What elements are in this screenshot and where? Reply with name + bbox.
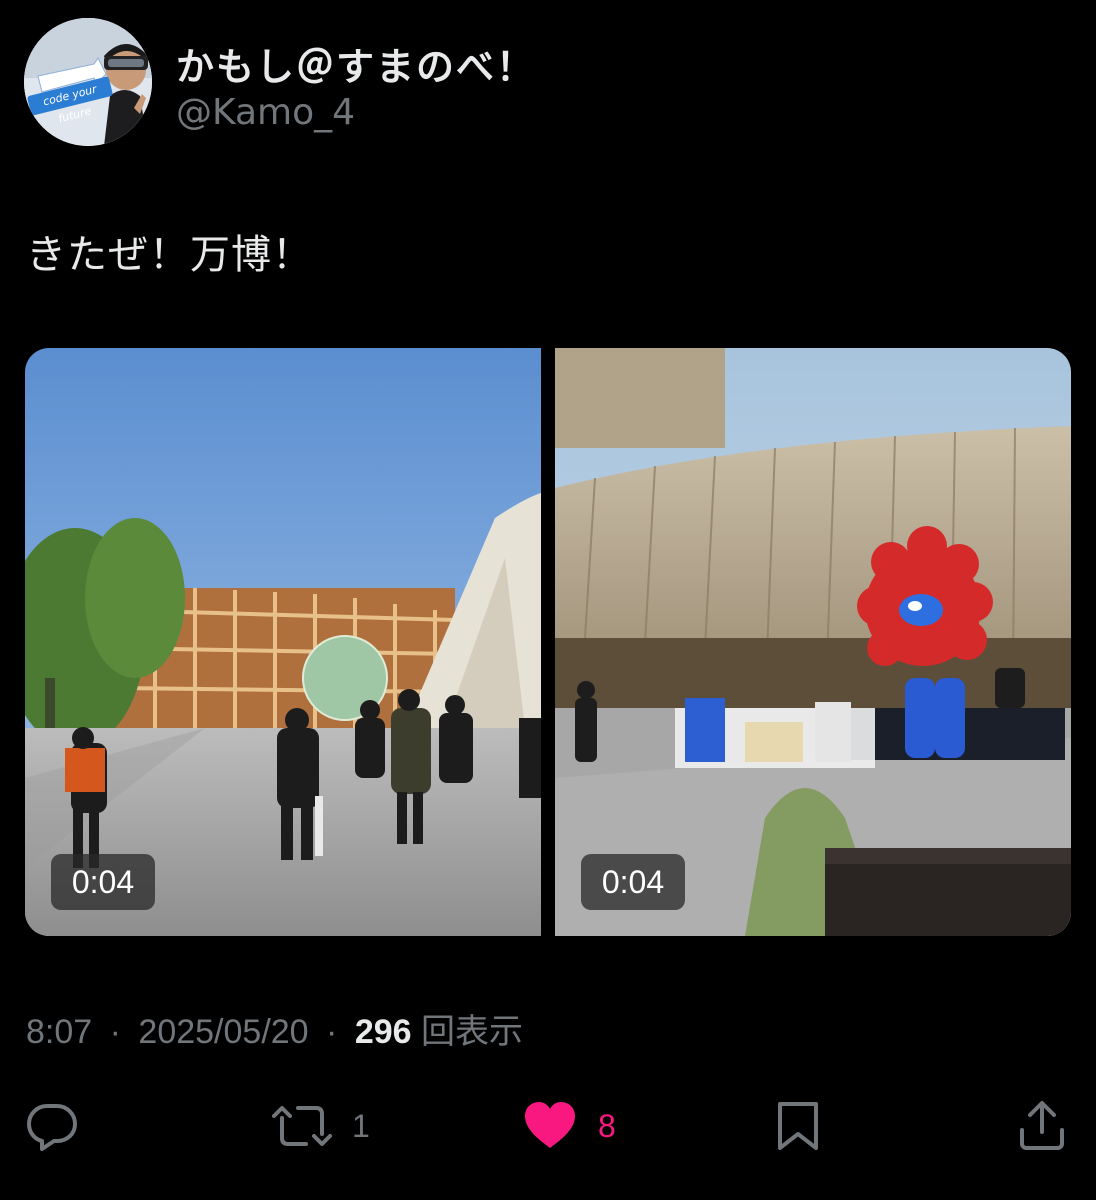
- video-1-scene: [25, 348, 541, 936]
- video-duration-2: 0:04: [581, 854, 685, 910]
- video-2-scene: [555, 348, 1071, 936]
- action-bar: 1 8: [0, 1094, 1096, 1158]
- views-label: 回表示: [421, 1013, 524, 1051]
- reply-button[interactable]: [24, 1094, 80, 1158]
- tweet-header: code your future かもし＠すまのべ！ @Kamo_4: [24, 18, 1072, 150]
- meta-separator-1: ·: [109, 1013, 121, 1051]
- bookmark-button[interactable]: [774, 1094, 822, 1158]
- like-count: 8: [598, 1107, 616, 1144]
- display-name[interactable]: かもし＠すまのべ！: [176, 36, 536, 91]
- reply-icon: [27, 1104, 77, 1151]
- views-count[interactable]: 296: [355, 1013, 412, 1051]
- avatar[interactable]: code your future: [24, 18, 152, 146]
- retweet-count: 1: [352, 1107, 370, 1144]
- retweet-icon: [272, 1106, 332, 1146]
- video-thumbnail-1[interactable]: 0:04: [25, 348, 541, 936]
- retweet-button[interactable]: 1: [272, 1094, 370, 1158]
- bookmark-icon: [778, 1102, 818, 1150]
- tweet-text: きたぜ！万博！: [26, 232, 313, 278]
- tweet-meta: 8:07 · 2025/05/20 · 296 回表示: [26, 1004, 523, 1053]
- share-icon: [1020, 1101, 1064, 1150]
- video-thumbnail-2[interactable]: 0:04: [555, 348, 1071, 936]
- video-duration-1: 0:04: [51, 854, 155, 910]
- tweet-date[interactable]: 2025/05/20: [138, 1013, 308, 1051]
- heart-icon: [525, 1102, 575, 1148]
- tweet-time[interactable]: 8:07: [26, 1013, 92, 1051]
- user-handle[interactable]: @Kamo_4: [176, 92, 355, 133]
- like-button[interactable]: 8: [522, 1094, 616, 1158]
- media-grid: 0:04 0:04: [25, 348, 1071, 936]
- share-button[interactable]: [1016, 1094, 1068, 1158]
- meta-separator-2: ·: [326, 1013, 338, 1051]
